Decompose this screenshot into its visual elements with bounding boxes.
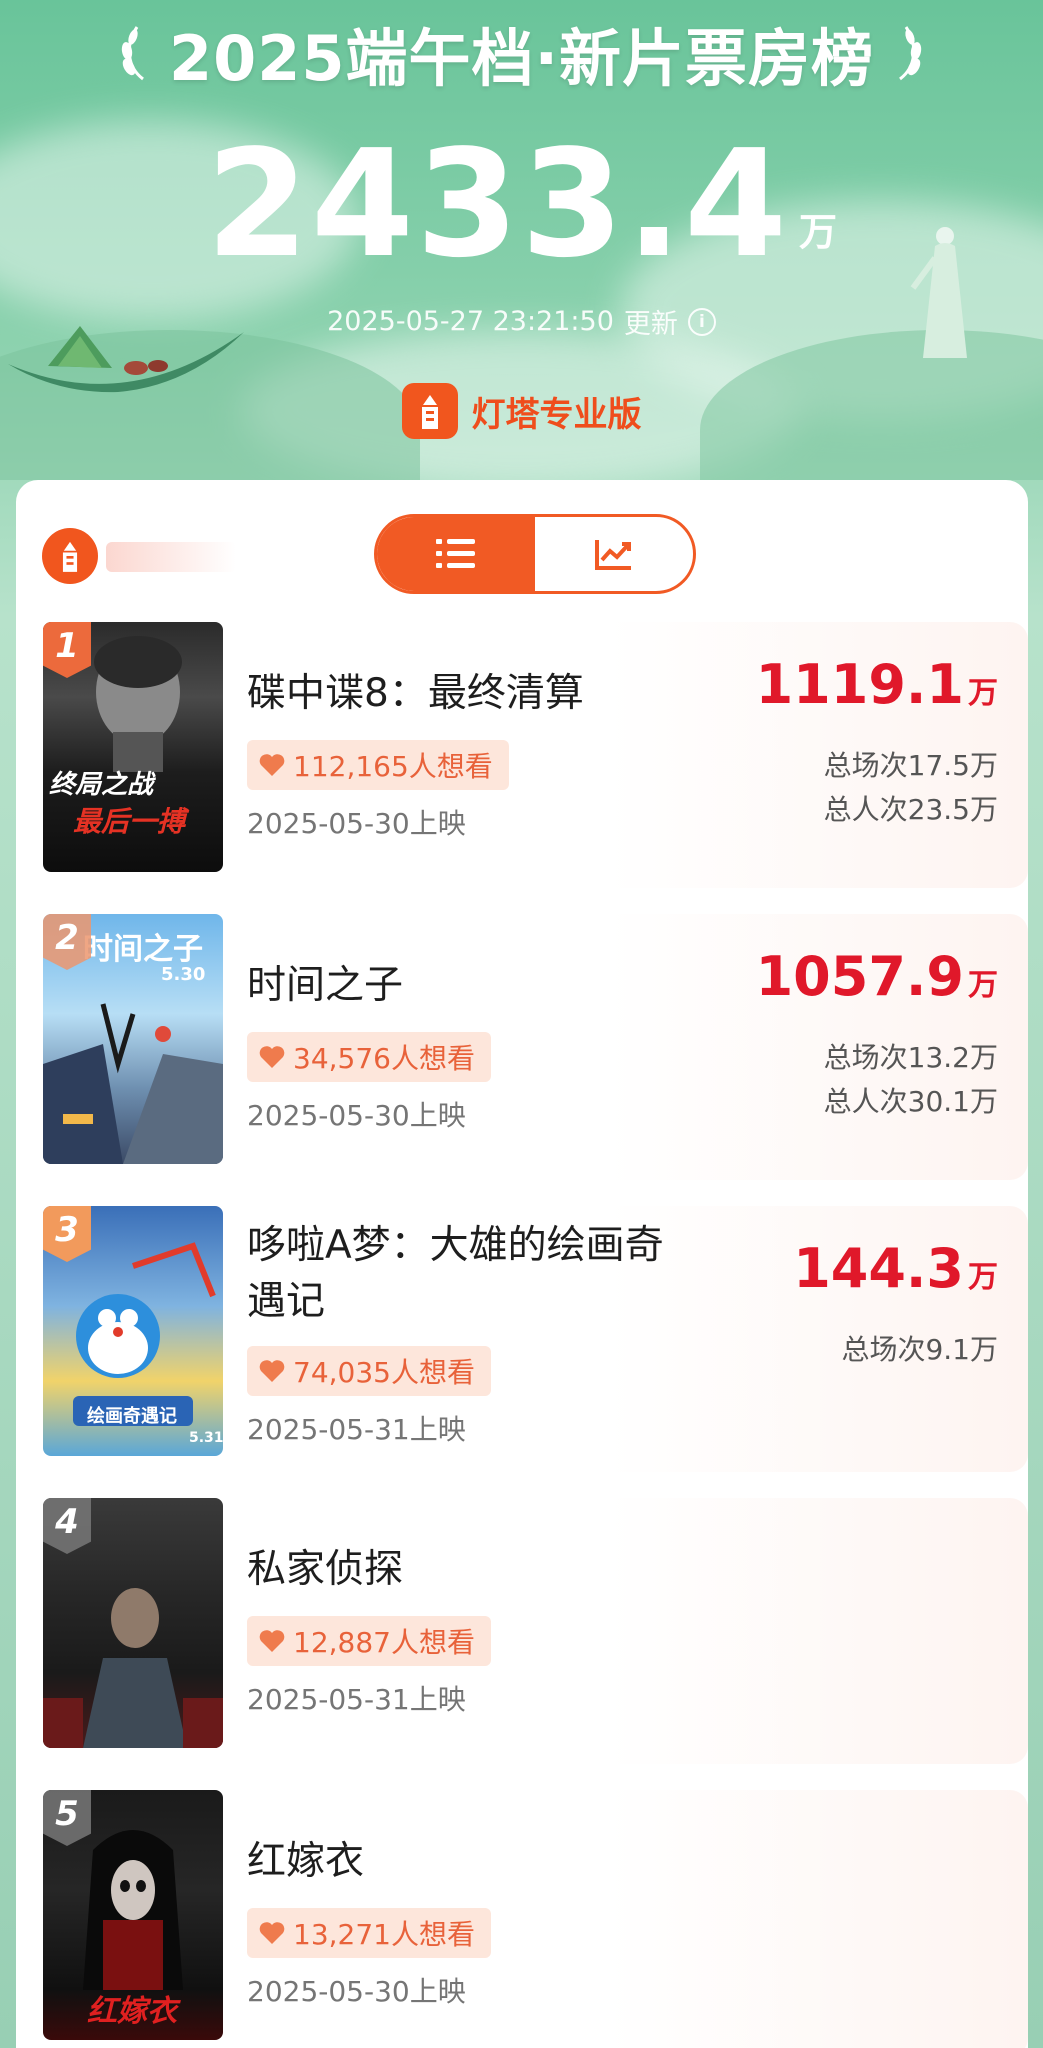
- poster-caption: 时间之子: [83, 932, 203, 967]
- trend-chart-icon: [595, 540, 631, 570]
- movie-poster[interactable]: 终局之战 最后一搏 1: [43, 622, 223, 872]
- laurel-right-icon: [899, 26, 922, 81]
- release-date: 2025-05-30上映: [247, 1099, 466, 1132]
- poster-caption: 5.30: [161, 964, 206, 985]
- poster-caption: 红嫁衣: [87, 1994, 177, 2029]
- brand-name: 灯塔专业版: [471, 394, 642, 435]
- release-date: 2025-05-31上映: [247, 1413, 466, 1446]
- movie-row[interactable]: 4 私家侦探 12,887人想看 2025-05-31上映: [16, 1498, 1028, 1790]
- blurred-watermark: [106, 542, 236, 572]
- poster-caption: 绘画奇遇记: [87, 1406, 177, 1427]
- total-box-office: 2433.4: [205, 118, 790, 290]
- release-date: 2025-05-30上映: [247, 1975, 466, 2008]
- movie-poster[interactable]: 绘画奇遇记 5.31 3: [43, 1206, 223, 1456]
- heart-icon: [259, 754, 285, 776]
- poster-caption: 最后一搏: [73, 805, 186, 838]
- chart-view-button[interactable]: [535, 517, 693, 591]
- release-date: 2025-05-31上映: [247, 1683, 466, 1716]
- total-viewers: 总人次30.1万: [823, 1085, 998, 1118]
- want-to-see-badge: 74,035人想看: [247, 1346, 491, 1396]
- total-sessions: 总场次17.5万: [823, 749, 998, 782]
- info-icon[interactable]: i: [687, 307, 716, 336]
- box-office: 1057.9 万: [756, 950, 998, 1004]
- want-to-see-count: 112,165人想看: [293, 750, 493, 783]
- heart-icon: [259, 1360, 285, 1382]
- poster-caption: 5.31: [189, 1430, 223, 1446]
- want-to-see-badge: 12,887人想看: [247, 1616, 491, 1666]
- page-title: 2025端午档·新片票房榜: [168, 22, 875, 95]
- movie-row[interactable]: 绘画奇遇记 5.31 3 哆啦A梦：大雄的绘画奇遇记 74,035人想看 202…: [16, 1206, 1028, 1498]
- want-to-see-count: 12,887人想看: [293, 1626, 475, 1659]
- box-office-value: 1119.1: [755, 653, 964, 716]
- box-office: 1119.1 万: [756, 658, 998, 712]
- box-office-unit: 万: [968, 676, 998, 711]
- movie-row[interactable]: 终局之战 最后一搏 1 碟中谍8：最终清算 112,165人想看 2025-05…: [16, 622, 1028, 914]
- poster-caption: 终局之战: [49, 770, 154, 800]
- laurel-left-icon: [121, 26, 144, 81]
- header-banner: 2025端午档·新片票房榜 2433.4 万 2025-05-27 23:21:…: [0, 0, 1043, 480]
- want-to-see-badge: 13,271人想看: [247, 1908, 491, 1958]
- movie-title: 红嫁衣: [247, 1839, 365, 1884]
- total-box-office-unit: 万: [799, 210, 838, 254]
- movie-title: 时间之子: [247, 963, 404, 1008]
- heart-icon: [259, 1046, 285, 1068]
- heart-icon: [259, 1630, 285, 1652]
- view-toggle: [374, 514, 696, 594]
- list-icon: [436, 539, 475, 568]
- want-to-see-count: 13,271人想看: [293, 1918, 475, 1951]
- movie-list: 终局之战 最后一搏 1 碟中谍8：最终清算 112,165人想看 2025-05…: [16, 622, 1028, 2048]
- movie-poster[interactable]: 红嫁衣 5: [43, 1790, 223, 2040]
- movie-title: 哆啦A梦：大雄的绘画奇遇记: [247, 1223, 664, 1324]
- box-office-unit: 万: [968, 1260, 998, 1295]
- box-office-value: 1057.9: [755, 945, 964, 1008]
- zongzi-boat-illustration: [8, 326, 244, 393]
- lighthouse-avatar-icon: [42, 528, 98, 584]
- poet-figure-illustration: [910, 227, 967, 358]
- total-sessions: 总场次13.2万: [823, 1041, 998, 1074]
- box-office-value: 144.3: [793, 1237, 964, 1300]
- heart-icon: [259, 1922, 285, 1944]
- want-to-see-count: 34,576人想看: [293, 1042, 475, 1075]
- total-sessions: 总场次9.1万: [841, 1333, 998, 1366]
- want-to-see-count: 74,035人想看: [293, 1356, 475, 1389]
- want-to-see-badge: 112,165人想看: [247, 740, 509, 790]
- total-viewers: 总人次23.5万: [823, 793, 998, 826]
- movie-title: 碟中谍8：最终清算: [247, 671, 584, 716]
- box-office-unit: 万: [968, 968, 998, 1003]
- movie-title: 私家侦探: [247, 1547, 404, 1592]
- want-to-see-badge: 34,576人想看: [247, 1032, 491, 1082]
- list-view-button[interactable]: [377, 517, 535, 591]
- update-time: 2025-05-27 23:21:50: [327, 306, 614, 337]
- movie-poster[interactable]: 4: [43, 1498, 223, 1748]
- box-office: 144.3 万: [793, 1242, 998, 1296]
- release-date: 2025-05-30上映: [247, 807, 466, 840]
- update-label: 更新: [623, 309, 678, 340]
- lighthouse-logo-icon: [401, 383, 458, 439]
- ranking-card: 终局之战 最后一搏 1 碟中谍8：最终清算 112,165人想看 2025-05…: [16, 480, 1028, 2048]
- movie-row[interactable]: 红嫁衣 5 红嫁衣 13,271人想看 2025-05-30上映: [16, 1790, 1028, 2048]
- movie-poster[interactable]: 时间之子 5.30 2: [43, 914, 223, 1164]
- movie-row[interactable]: 时间之子 5.30 2 时间之子 34,576人想看 2025-05-30上映 …: [16, 914, 1028, 1206]
